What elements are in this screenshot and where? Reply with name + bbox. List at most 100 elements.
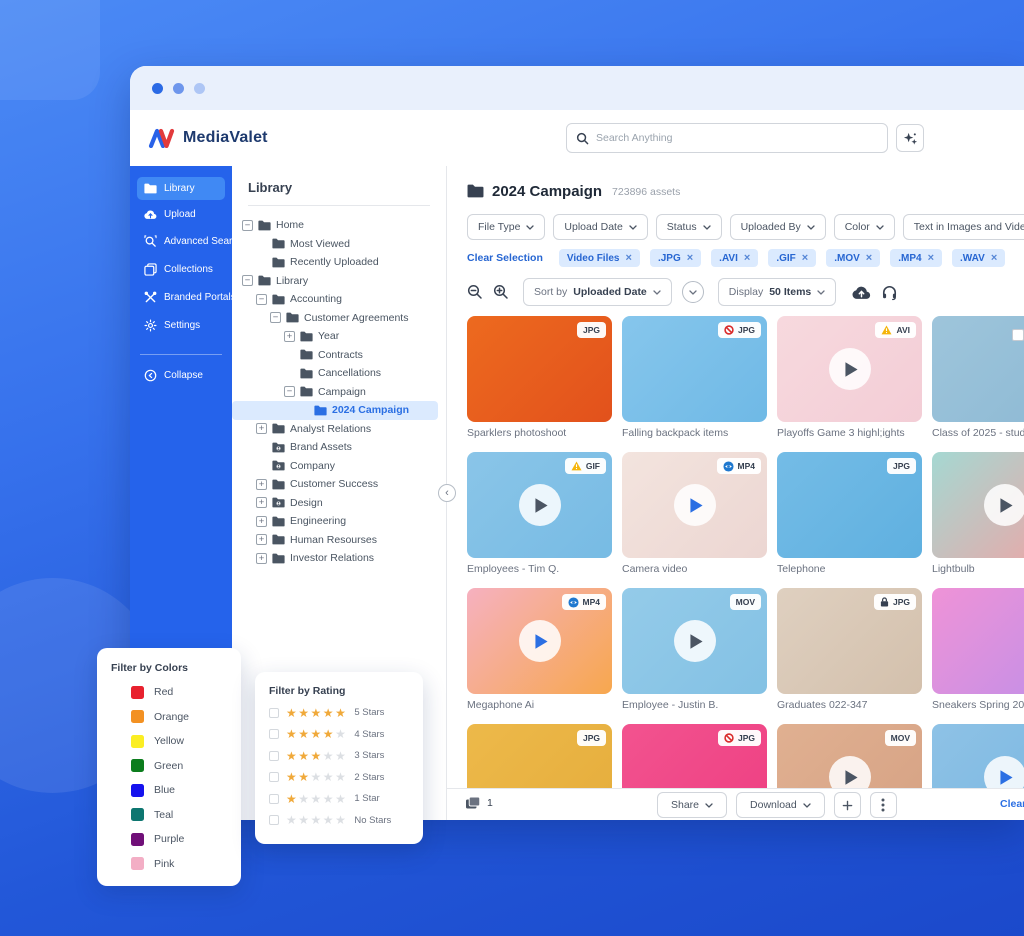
asset-card[interactable]: JPG [467,724,612,788]
tree-item-engineering[interactable]: +Engineering [232,512,438,531]
chip-remove-icon[interactable]: × [744,252,750,264]
tree-item-2024-campaign[interactable]: 2024 Campaign [232,401,438,420]
play-overlay[interactable] [932,724,1024,788]
filter-chip-gif[interactable]: .GIF× [768,249,816,267]
tree-item-investor-relations[interactable]: +Investor Relations [232,549,438,568]
tree-item-human-resourses[interactable]: +Human Resourses [232,531,438,550]
asset-card[interactable]: GIFEmployees - Tim Q. [467,452,612,575]
sort-direction-button[interactable] [682,281,704,303]
checkbox[interactable] [269,729,279,739]
sidebar-collapse-button[interactable]: Collapse [137,363,225,388]
checkbox[interactable] [269,708,279,718]
clear-selection-link[interactable]: Clear Selection [467,252,543,264]
tree-item-campaign[interactable]: −Campaign [232,383,438,402]
sort-dropdown[interactable]: Sort by Uploaded Date [523,278,672,306]
tree-item-recently-uploaded[interactable]: Recently Uploaded [232,253,438,272]
play-button[interactable] [829,348,871,390]
checkbox[interactable] [269,751,279,761]
color-filter-teal[interactable]: Teal [131,808,241,821]
color-filter-red[interactable]: Red [131,686,241,699]
rating-filter-3-stars[interactable]: ★★★★★3 Stars [269,750,423,762]
upload-cloud-button[interactable] [852,285,871,300]
sidebar-item-collections[interactable]: Collections [137,257,225,282]
play-button[interactable] [984,484,1024,526]
tree-item-cancellations[interactable]: Cancellations [232,364,438,383]
asset-thumbnail[interactable]: MOV [622,588,767,694]
tree-item-design[interactable]: +Design [232,494,438,513]
tree-item-home[interactable]: −Home [232,216,438,235]
filter-chip-mov[interactable]: .MOV× [826,249,880,267]
asset-thumbnail[interactable]: JPG [777,588,922,694]
play-button[interactable] [674,484,716,526]
chip-remove-icon[interactable]: × [928,252,934,264]
search-bar[interactable] [566,123,888,153]
chip-remove-icon[interactable]: × [687,252,693,264]
play-button[interactable] [829,756,871,788]
color-filter-green[interactable]: Green [131,759,241,772]
tree-item-contracts[interactable]: Contracts [232,346,438,365]
sidebar-item-settings[interactable]: Settings [137,313,225,338]
tree-expander-minus-icon[interactable]: − [242,275,253,286]
asset-card[interactable]: AVIPlayoffs Game 3 highl;ights [777,316,922,439]
asset-thumbnail[interactable]: AVI [777,316,922,422]
play-overlay[interactable] [932,452,1024,558]
asset-card[interactable] [932,724,1024,788]
asset-thumbnail[interactable]: JPG [467,724,612,788]
sidebar-item-upload[interactable]: Upload [137,203,225,226]
filter-dropdown-uploaded-by[interactable]: Uploaded By [730,214,826,240]
share-button[interactable]: Share [657,792,727,818]
select-all-checkbox[interactable] [1012,329,1024,341]
chip-remove-icon[interactable]: × [866,252,872,264]
asset-card[interactable]: JPGSparklers photoshoot [467,316,612,439]
filter-chip-video-files[interactable]: Video Files× [559,249,640,267]
asset-card[interactable]: JPGGraduates 022-347 [777,588,922,711]
rating-filter-no-stars[interactable]: ★★★★★No Stars [269,814,423,826]
sidebar-item-branded-portals[interactable]: Branded Portals [137,285,225,310]
add-button[interactable] [834,792,861,818]
tree-expander-plus-icon[interactable]: + [256,479,267,490]
checkbox[interactable] [269,794,279,804]
filter-chip-mp4[interactable]: .MP4× [890,249,942,267]
rating-filter-1-star[interactable]: ★★★★★1 Star [269,793,423,805]
tree-expander-plus-icon[interactable]: + [256,497,267,508]
color-filter-yellow[interactable]: Yellow [131,735,241,748]
asset-thumbnail[interactable]: JPG [777,452,922,558]
asset-card[interactable]: JPGTelephone [777,452,922,575]
checkbox[interactable] [269,772,279,782]
tree-item-customer-success[interactable]: +Customer Success [232,475,438,494]
checkbox[interactable] [269,815,279,825]
color-filter-pink[interactable]: Pink [131,857,241,870]
rating-filter-5-stars[interactable]: ★★★★★5 Stars [269,707,423,719]
asset-card[interactable]: Lightbulb [932,452,1024,575]
asset-thumbnail[interactable]: JPG [467,316,612,422]
support-headset-icon[interactable] [881,284,898,301]
ai-search-button[interactable] [896,124,924,152]
play-button[interactable] [519,620,561,662]
filter-dropdown-status[interactable]: Status [656,214,722,240]
search-input[interactable] [596,132,878,144]
filter-dropdown-upload-date[interactable]: Upload Date [553,214,647,240]
tree-expander-minus-icon[interactable]: − [256,294,267,305]
asset-thumbnail[interactable]: MOV [777,724,922,788]
tree-expander-minus-icon[interactable]: − [242,220,253,231]
asset-thumbnail[interactable]: MP4 [467,588,612,694]
asset-thumbnail[interactable] [932,316,1024,422]
asset-card[interactable]: MOV [777,724,922,788]
asset-card[interactable]: Class of 2025 - student [932,316,1024,439]
asset-thumbnail[interactable]: MP4 [622,452,767,558]
play-button[interactable] [674,620,716,662]
filter-dropdown-file-type[interactable]: File Type [467,214,545,240]
sidebar-item-advanced-search[interactable]: Advanced Search [137,229,225,254]
filter-chip-jpg[interactable]: .JPG× [650,249,701,267]
tree-item-brand-assets[interactable]: Brand Assets [232,438,438,457]
asset-thumbnail[interactable] [932,452,1024,558]
asset-card[interactable]: JPG [622,724,767,788]
asset-thumbnail[interactable]: GIF [467,452,612,558]
asset-thumbnail[interactable]: JPG [622,724,767,788]
tree-item-library[interactable]: −Library [232,272,438,291]
zoom-out-icon[interactable] [467,284,483,300]
color-filter-orange[interactable]: Orange [131,710,241,723]
tree-item-accounting[interactable]: −Accounting [232,290,438,309]
tree-item-most-viewed[interactable]: Most Viewed [232,235,438,254]
tree-expander-minus-icon[interactable]: − [270,312,281,323]
